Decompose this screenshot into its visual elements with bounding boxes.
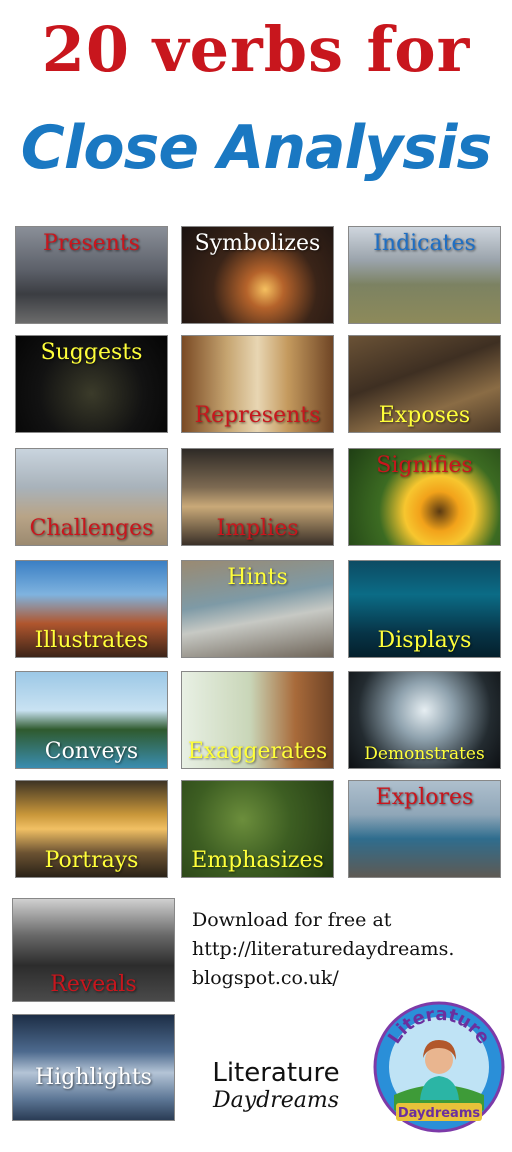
tile-label: Presents xyxy=(43,231,140,256)
tile-highlights: Highlights xyxy=(12,1014,175,1121)
tile-label: Highlights xyxy=(35,1065,152,1090)
tile-label: Emphasizes xyxy=(191,848,324,873)
tile-label: Implies xyxy=(216,516,299,541)
tile-demonstrates: Demonstrates xyxy=(348,671,501,769)
download-note: Download for free at http://literatureda… xyxy=(192,906,502,993)
tile-label: Suggests xyxy=(40,340,143,365)
title-line-1: 20 verbs for xyxy=(41,13,471,86)
download-url[interactable]: http://literaturedaydreams. xyxy=(192,935,502,964)
tile-label: Portrays xyxy=(44,848,139,873)
tile-label: Symbolizes xyxy=(194,231,321,256)
tile-challenges: Challenges xyxy=(15,448,168,546)
tile-label: Displays xyxy=(377,628,472,653)
tile-label: Illustrates xyxy=(34,628,149,653)
tile-symbolizes: Symbolizes xyxy=(181,226,334,324)
tile-label: Indicates xyxy=(373,231,476,256)
tile-indicates: Indicates xyxy=(348,226,501,324)
tile-signifies: Signifies xyxy=(348,448,501,546)
tile-label: Exposes xyxy=(378,403,471,428)
tile-label: Reveals xyxy=(50,972,137,997)
badge-word-2: Daydreams xyxy=(398,1106,480,1121)
tile-label: Conveys xyxy=(44,739,139,764)
tile-label: Challenges xyxy=(29,516,154,541)
tile-label: Explores xyxy=(375,785,474,810)
logo-word-2: Daydreams xyxy=(212,1088,340,1113)
tile-conveys: Conveys xyxy=(15,671,168,769)
brand-badge-icon: Literature Daydreams xyxy=(373,1001,505,1133)
tile-suggests: Suggests xyxy=(15,335,168,433)
tile-label: Hints xyxy=(227,565,288,590)
tile-hints: Hints xyxy=(181,560,334,658)
tile-reveals: Reveals xyxy=(12,898,175,1002)
tile-displays: Displays xyxy=(348,560,501,658)
title-line-2: Close Analysis xyxy=(20,113,492,183)
logo-word-1: Literature xyxy=(212,1058,340,1088)
tile-illustrates: Illustrates xyxy=(15,560,168,658)
tile-represents: Represents xyxy=(181,335,334,433)
tile-label: Demonstrates xyxy=(364,744,485,764)
download-url-continued[interactable]: blogspot.co.uk/ xyxy=(192,964,502,993)
tile-portrays: Portrays xyxy=(15,780,168,878)
tile-label: Represents xyxy=(194,403,321,428)
brand-logo: Literature Daydreams xyxy=(186,1058,366,1114)
tile-emphasizes: Emphasizes xyxy=(181,780,334,878)
tile-label: Signifies xyxy=(376,453,473,478)
tile-explores: Explores xyxy=(348,780,501,878)
tile-label: Exaggerates xyxy=(187,739,328,764)
tile-exposes: Exposes xyxy=(348,335,501,433)
tile-implies: Implies xyxy=(181,448,334,546)
download-line: Download for free at xyxy=(192,909,392,931)
tile-exaggerates: Exaggerates xyxy=(181,671,334,769)
tile-presents: Presents xyxy=(15,226,168,324)
